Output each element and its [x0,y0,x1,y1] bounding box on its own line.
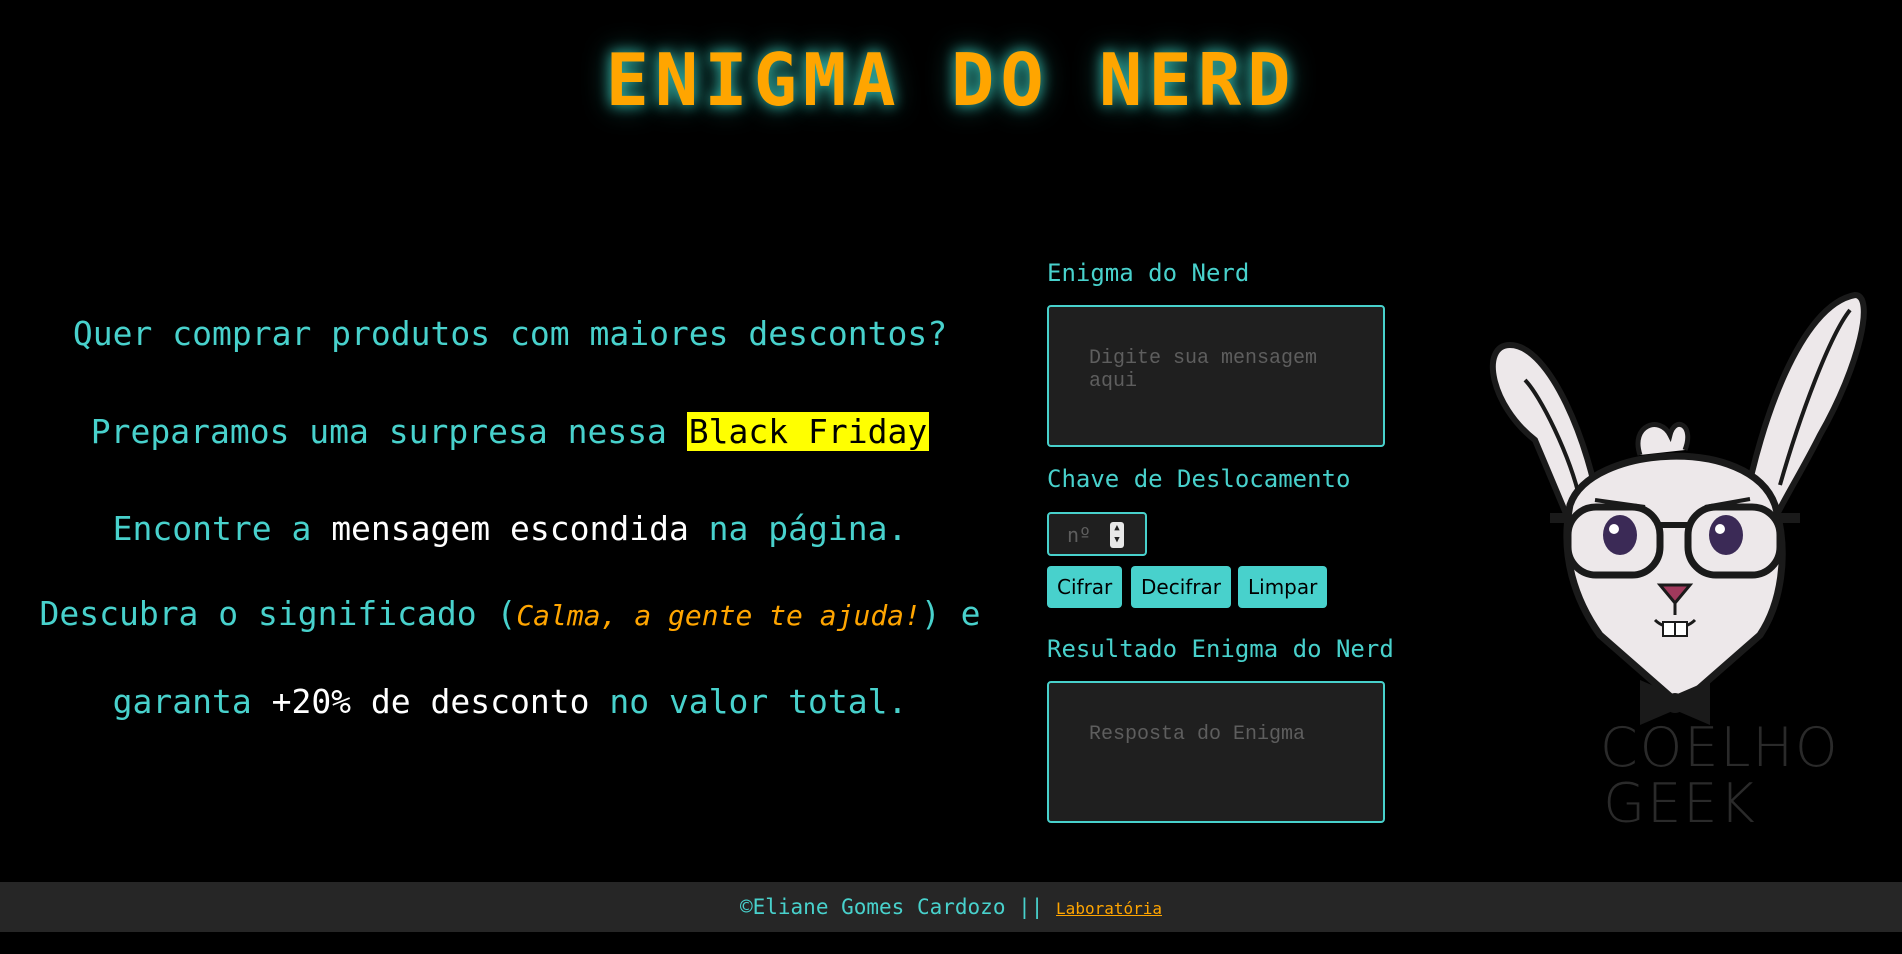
shift-key-input[interactable]: nº [1067,523,1107,547]
intro-line-3: Encontre a mensagem escondida na página. [20,507,1000,551]
mascot-caption: COELHO GEEK [1600,716,1840,835]
intro-line-3-text-a: Encontre a [112,509,332,548]
intro-line-4-text-c: ) e [920,594,981,633]
intro-line-3-text-c: na página. [688,509,908,548]
message-input[interactable] [1047,305,1385,447]
intro-line-2-text: Preparamos uma surpresa nessa [90,412,687,451]
result-label: Resultado Enigma do Nerd [1047,635,1394,663]
laboratoria-link[interactable]: Laboratória [1056,899,1162,918]
discount-emphasis: +20% de desconto [271,682,590,721]
intro-line-5: garanta +20% de desconto no valor total. [20,680,1000,724]
clear-button[interactable]: Limpar [1238,566,1328,608]
decrypt-button[interactable]: Decifrar [1131,566,1231,608]
intro-line-4: Descubra o significado (Calma, a gente t… [20,592,1000,638]
number-spinner-icon[interactable]: ▲ ▼ [1110,522,1124,548]
shift-key-field[interactable]: nº ▲ ▼ [1047,512,1147,556]
intro-line-5-text-c: no valor total. [589,682,908,721]
encrypt-button[interactable]: Cifrar [1047,566,1123,608]
black-friday-highlight: Black Friday [686,412,930,451]
intro-line-4-text-a: Descubra o significado ( [39,594,517,633]
intro-line-1: Quer comprar produtos com maiores descon… [20,312,1000,356]
result-output[interactable] [1047,681,1385,823]
message-label: Enigma do Nerd [1047,259,1250,287]
help-note: Calma, a gente te ajuda! [516,599,921,632]
intro-line-5-text-a: garanta [112,682,272,721]
hidden-message-emphasis: mensagem escondida [331,509,689,548]
footer: ©Eliane Gomes Cardozo || Laboratória [0,882,1902,932]
shift-key-label: Chave de Deslocamento [1047,465,1351,493]
mascot-caption-line-2: GEEK [1603,772,1757,835]
intro-line-1-text: Quer comprar produtos com maiores descon… [72,314,948,353]
footer-copyright: ©Eliane Gomes Cardozo || [739,895,1057,919]
mascot-caption-line-1: COELHO [1600,716,1840,779]
page-title: ENIGMA DO NERD [605,38,1297,122]
intro-line-2: Preparamos uma surpresa nessa Black Frid… [20,410,1000,454]
